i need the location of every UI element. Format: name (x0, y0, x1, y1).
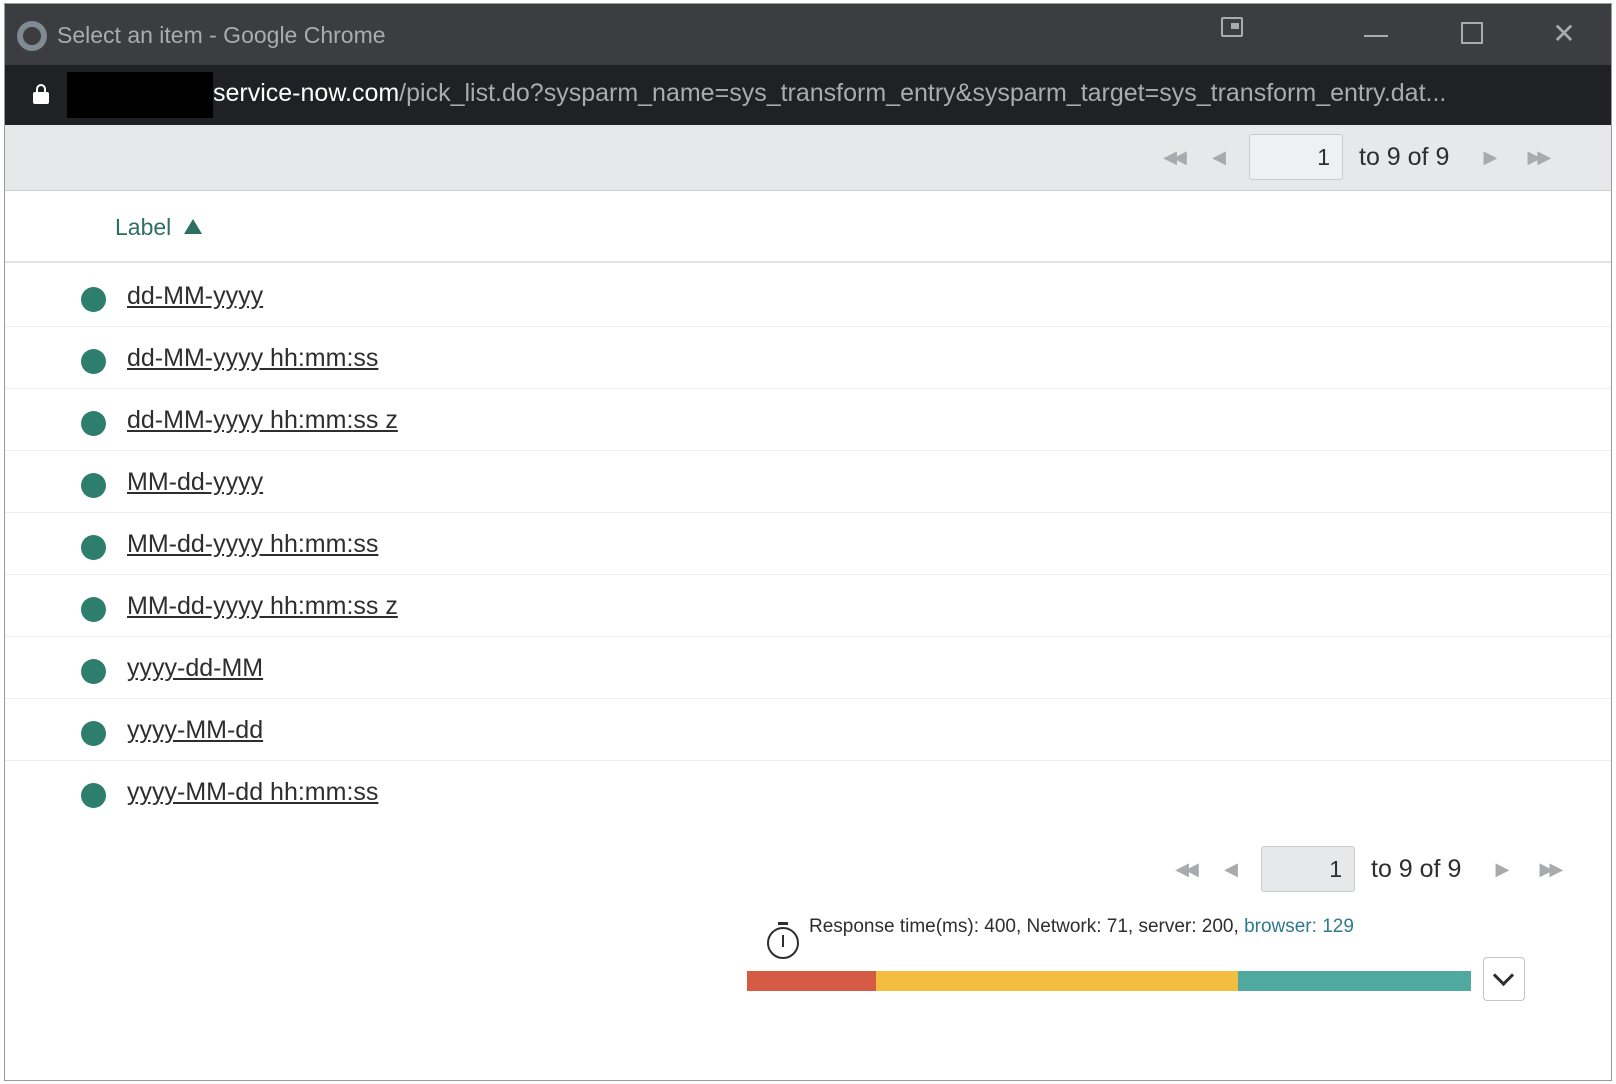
column-label-text: Label (115, 214, 172, 240)
row-link[interactable]: MM-dd-yyyy hh:mm:ss (127, 530, 378, 559)
row-link[interactable]: dd-MM-yyyy hh:mm:ss z (127, 406, 398, 435)
row-link[interactable]: yyyy-MM-dd hh:mm:ss (127, 778, 378, 807)
chevron-down-icon (1492, 964, 1515, 987)
row-link[interactable]: MM-dd-yyyy hh:mm:ss z (127, 592, 398, 621)
chrome-logo-icon (17, 21, 47, 51)
status-dot-icon (81, 659, 106, 684)
list-toolbar: ◀◀ ◀ to 9 of 9 ▶ ▶▶ (5, 125, 1611, 191)
page-range-text: to 9 of 9 (1359, 142, 1450, 171)
list-row: MM-dd-yyyy (5, 451, 1611, 513)
sort-ascending-icon[interactable] (184, 219, 203, 234)
expand-timing-button[interactable] (1483, 957, 1525, 1001)
status-dot-icon (81, 473, 106, 498)
first-page-icon[interactable]: ◀◀ (1165, 859, 1205, 880)
address-bar[interactable]: service-now.com/pick_list.do?sysparm_nam… (5, 65, 1611, 125)
row-link[interactable]: yyyy-dd-MM (127, 654, 263, 683)
minimize-icon (1364, 35, 1388, 37)
close-icon: ✕ (1552, 18, 1576, 49)
list-row: dd-MM-yyyy hh:mm:ss z (5, 389, 1611, 451)
previous-page-icon[interactable]: ◀ (1205, 859, 1257, 880)
list-rows: dd-MM-yyyy dd-MM-yyyy hh:mm:ss dd-MM-yyy… (5, 265, 1611, 823)
first-page-icon[interactable]: ◀◀ (1153, 147, 1193, 168)
list-row: yyyy-dd-MM (5, 637, 1611, 699)
server-time-segment (875, 971, 1238, 991)
pagination-bottom: ◀◀ ◀ to 9 of 9 ▶ ▶▶ (1165, 846, 1575, 892)
next-page-icon[interactable]: ▶ (1469, 147, 1511, 168)
status-dot-icon (81, 721, 106, 746)
close-button[interactable]: ✕ (1539, 16, 1589, 52)
response-time-bar (747, 971, 1471, 991)
browser-window: Select an item - Google Chrome ✕ service… (4, 3, 1612, 1081)
list-row: yyyy-MM-dd hh:mm:ss (5, 761, 1611, 823)
status-dot-icon (81, 349, 106, 374)
network-time-segment (747, 971, 876, 991)
list-row: dd-MM-yyyy (5, 265, 1611, 327)
list-row: yyyy-MM-dd (5, 699, 1611, 761)
title-bar: Select an item - Google Chrome ✕ (5, 4, 1611, 65)
list-row: MM-dd-yyyy hh:mm:ss z (5, 575, 1611, 637)
redacted-hostname (67, 72, 213, 118)
status-dot-icon (81, 783, 106, 808)
window-title: Select an item - Google Chrome (57, 22, 386, 48)
cast-icon[interactable] (1221, 17, 1243, 37)
status-dot-icon (81, 597, 106, 622)
url-host: service-now.com (213, 79, 400, 107)
stopwatch-icon (767, 922, 799, 959)
page-range-text: to 9 of 9 (1371, 854, 1462, 883)
minimize-button[interactable] (1351, 16, 1401, 52)
previous-page-icon[interactable]: ◀ (1193, 147, 1245, 168)
response-time-values: Response time(ms): 400, Network: 71, ser… (809, 916, 1245, 937)
row-link[interactable]: MM-dd-yyyy (127, 468, 263, 497)
lock-icon[interactable] (33, 84, 49, 104)
next-page-icon[interactable]: ▶ (1481, 859, 1523, 880)
url-path: /pick_list.do?sysparm_name=sys_transform… (399, 79, 1447, 107)
row-link[interactable]: yyyy-MM-dd (127, 716, 263, 745)
browser-time-segment (1237, 971, 1471, 991)
last-page-icon[interactable]: ▶▶ (1511, 147, 1563, 168)
last-page-icon[interactable]: ▶▶ (1523, 859, 1575, 880)
maximize-button[interactable] (1447, 16, 1497, 52)
list-row: dd-MM-yyyy hh:mm:ss (5, 327, 1611, 389)
page-number-input[interactable] (1249, 134, 1343, 180)
maximize-icon (1461, 22, 1483, 44)
browser-time-link[interactable]: browser: 129 (1244, 916, 1354, 937)
list-row: MM-dd-yyyy hh:mm:ss (5, 513, 1611, 575)
column-header-label[interactable]: Label (115, 214, 203, 241)
response-time-text: Response time(ms): 400, Network: 71, ser… (809, 916, 1354, 938)
page-number-input[interactable] (1261, 846, 1355, 892)
pagination-top: ◀◀ ◀ to 9 of 9 ▶ ▶▶ (1153, 134, 1563, 180)
row-link[interactable]: dd-MM-yyyy (127, 282, 263, 311)
status-dot-icon (81, 411, 106, 436)
status-dot-icon (81, 287, 106, 312)
url-text[interactable]: service-now.com/pick_list.do?sysparm_nam… (213, 79, 1593, 108)
row-link[interactable]: dd-MM-yyyy hh:mm:ss (127, 344, 378, 373)
list-header: Label (5, 191, 1611, 263)
status-dot-icon (81, 535, 106, 560)
